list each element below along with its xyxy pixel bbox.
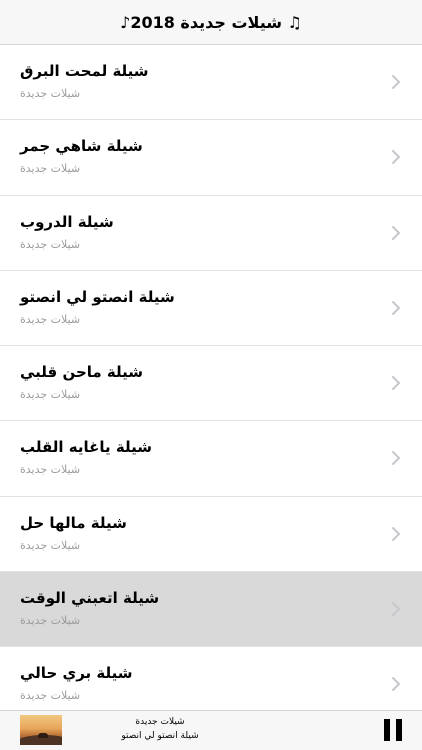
list-item-subtitle: شيلات جديدة <box>20 162 81 176</box>
list-item[interactable]: شيلة لمحت البرق شيلات جديدة <box>0 45 422 121</box>
chevron-right-icon <box>392 526 400 541</box>
list-item-subtitle: شيلات جديدة <box>20 388 81 402</box>
pause-bar-right <box>396 719 402 741</box>
chevron-right-icon <box>392 451 400 466</box>
now-playing-track: شيلة انصتو لي انصتو <box>121 731 199 741</box>
chevron-right-icon <box>392 602 400 617</box>
list-item-subtitle: شيلات جديدة <box>20 689 81 703</box>
list-item-subtitle: شيلات جديدة <box>20 463 81 477</box>
chevron-right-icon <box>392 75 400 89</box>
list-item-texts: شيلة بري حالي شيلات جديدة <box>20 662 360 705</box>
chevron-right-icon <box>392 376 400 391</box>
now-playing-info[interactable]: شيلات جديدة شيلة انصتو لي انصتو <box>105 715 215 743</box>
list-item[interactable]: شيلة شاهي جمر شيلات جديدة <box>0 120 422 196</box>
pause-bar-left <box>384 719 390 741</box>
list-item[interactable]: شيلة الدروب شيلات جديدة <box>0 195 422 271</box>
list-item-subtitle: شيلات جديدة <box>20 237 81 251</box>
list-item-title: شيلة شاهي جمر <box>20 137 143 156</box>
list-item-subtitle: شيلات جديدة <box>20 312 81 326</box>
list-item-subtitle: شيلات جديدة <box>20 87 81 100</box>
list-item-title: شيلة ياغايه القلب <box>20 438 152 457</box>
now-playing-album: شيلات جديدة <box>135 717 185 727</box>
chevron-right-icon <box>392 677 400 692</box>
chevron-right-icon <box>392 225 400 240</box>
list-item-title: شيلة اتعبني الوقت <box>20 589 160 608</box>
list-item-title: شيلة ماحن قلبي <box>20 363 144 382</box>
chevron-right-icon <box>392 150 400 165</box>
list-item-title: شيلة انصتو لي انصتو <box>20 287 175 306</box>
list-item-subtitle: شيلات جديدة <box>20 538 81 552</box>
list-item[interactable]: شيلة اتعبني الوقت شيلات جديدة <box>0 572 422 648</box>
list-item-texts: شيلة اتعبني الوقت شيلات جديدة <box>20 587 360 630</box>
list-item[interactable]: شيلة ماحن قلبي شيلات جديدة <box>0 346 422 422</box>
list-item-subtitle: شيلات جديدة <box>20 614 81 628</box>
list-item[interactable]: شيلة انصتو لي انصتو شيلات جديدة <box>0 270 422 347</box>
list-item-title: شيلة مالها حل <box>20 513 127 532</box>
artwork-camel <box>38 733 48 738</box>
list-item-texts: شيلة مالها حل شيلات جديدة <box>20 512 360 555</box>
list-item-texts: شيلة ماحن قلبي شيلات جديدة <box>20 361 360 404</box>
list-item-title: شيلة بري حالي <box>20 664 133 683</box>
album-artwork[interactable] <box>20 715 62 745</box>
navigation-bar: ♫ شيلات جديدة 2018♪ <box>0 0 422 45</box>
list-item[interactable]: شيلة مالها حل شيلات جديدة <box>0 496 422 573</box>
chevron-right-icon <box>392 300 400 315</box>
list-item-texts: شيلة لمحت البرق شيلات جديدة <box>20 60 360 103</box>
pause-icon[interactable] <box>384 719 402 741</box>
list-item-texts: شيلة الدروب شيلات جديدة <box>20 211 360 254</box>
list-item-texts: شيلة انصتو لي انصتو شيلات جديدة <box>20 286 360 329</box>
list-item-title: شيلة الدروب <box>20 212 114 231</box>
list-item-texts: شيلة ياغايه القلب شيلات جديدة <box>20 436 360 479</box>
page-title: ♫ شيلات جديدة 2018♪ <box>120 12 302 32</box>
list-item-title: شيلة لمحت البرق <box>20 62 149 80</box>
list-item-texts: شيلة شاهي جمر شيلات جديدة <box>20 135 360 178</box>
list-item[interactable]: شيلة ياغايه القلب شيلات جديدة <box>0 421 422 497</box>
list-item[interactable]: شيلة بري حالي شيلات جديدة <box>0 647 422 710</box>
track-list[interactable]: شيلة لمحت البرق شيلات جديدة شيلة شاهي جمر ش… <box>0 45 422 710</box>
mini-player[interactable]: شيلات جديدة شيلة انصتو لي انصتو <box>0 710 422 750</box>
